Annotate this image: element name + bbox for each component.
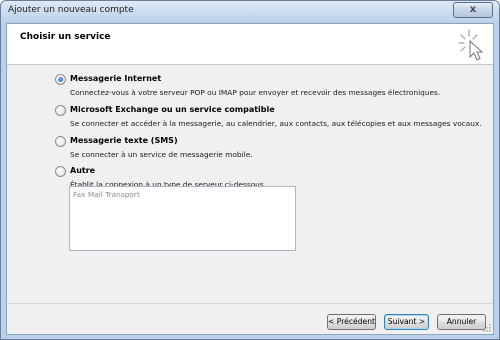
list-item[interactable]: Fax Mail Transport: [73, 190, 140, 199]
radio-other[interactable]: [55, 166, 66, 177]
previous-button[interactable]: < Précédent: [327, 314, 376, 330]
dialog-content: Choisir un service Messagerie Internet C…: [6, 23, 494, 335]
option-label: Microsoft Exchange ou un service compati…: [70, 105, 275, 114]
page-title: Choisir un service: [20, 32, 111, 42]
footer-divider: [7, 303, 493, 304]
option-description: Se connecter et accéder à la messagerie,…: [70, 119, 482, 128]
wizard-sparkle-icon: [458, 29, 484, 61]
wizard-header: Choisir un service: [7, 24, 493, 65]
next-button[interactable]: Suivant >: [384, 314, 429, 330]
radio-exchange[interactable]: [55, 105, 66, 116]
option-label: Autre: [70, 166, 96, 175]
radio-internet-email[interactable]: [55, 74, 66, 85]
resize-grip-icon[interactable]: [482, 323, 492, 333]
option-label: Messagerie Internet: [70, 74, 162, 83]
add-account-dialog: Ajouter un nouveau compte x Choisir un s…: [0, 0, 500, 340]
cancel-button[interactable]: Annuler: [437, 314, 486, 330]
window-title: Ajouter un nouveau compte: [8, 5, 134, 15]
title-bar[interactable]: Ajouter un nouveau compte x: [1, 1, 499, 23]
option-description: Connectez-vous à votre serveur POP ou IM…: [70, 88, 441, 97]
close-button[interactable]: x: [453, 2, 493, 18]
option-label: Messagerie texte (SMS): [70, 136, 178, 145]
server-type-list[interactable]: Fax Mail Transport: [69, 186, 296, 251]
radio-sms[interactable]: [55, 136, 66, 147]
option-description: Se connecter à un service de messagerie …: [70, 150, 253, 159]
